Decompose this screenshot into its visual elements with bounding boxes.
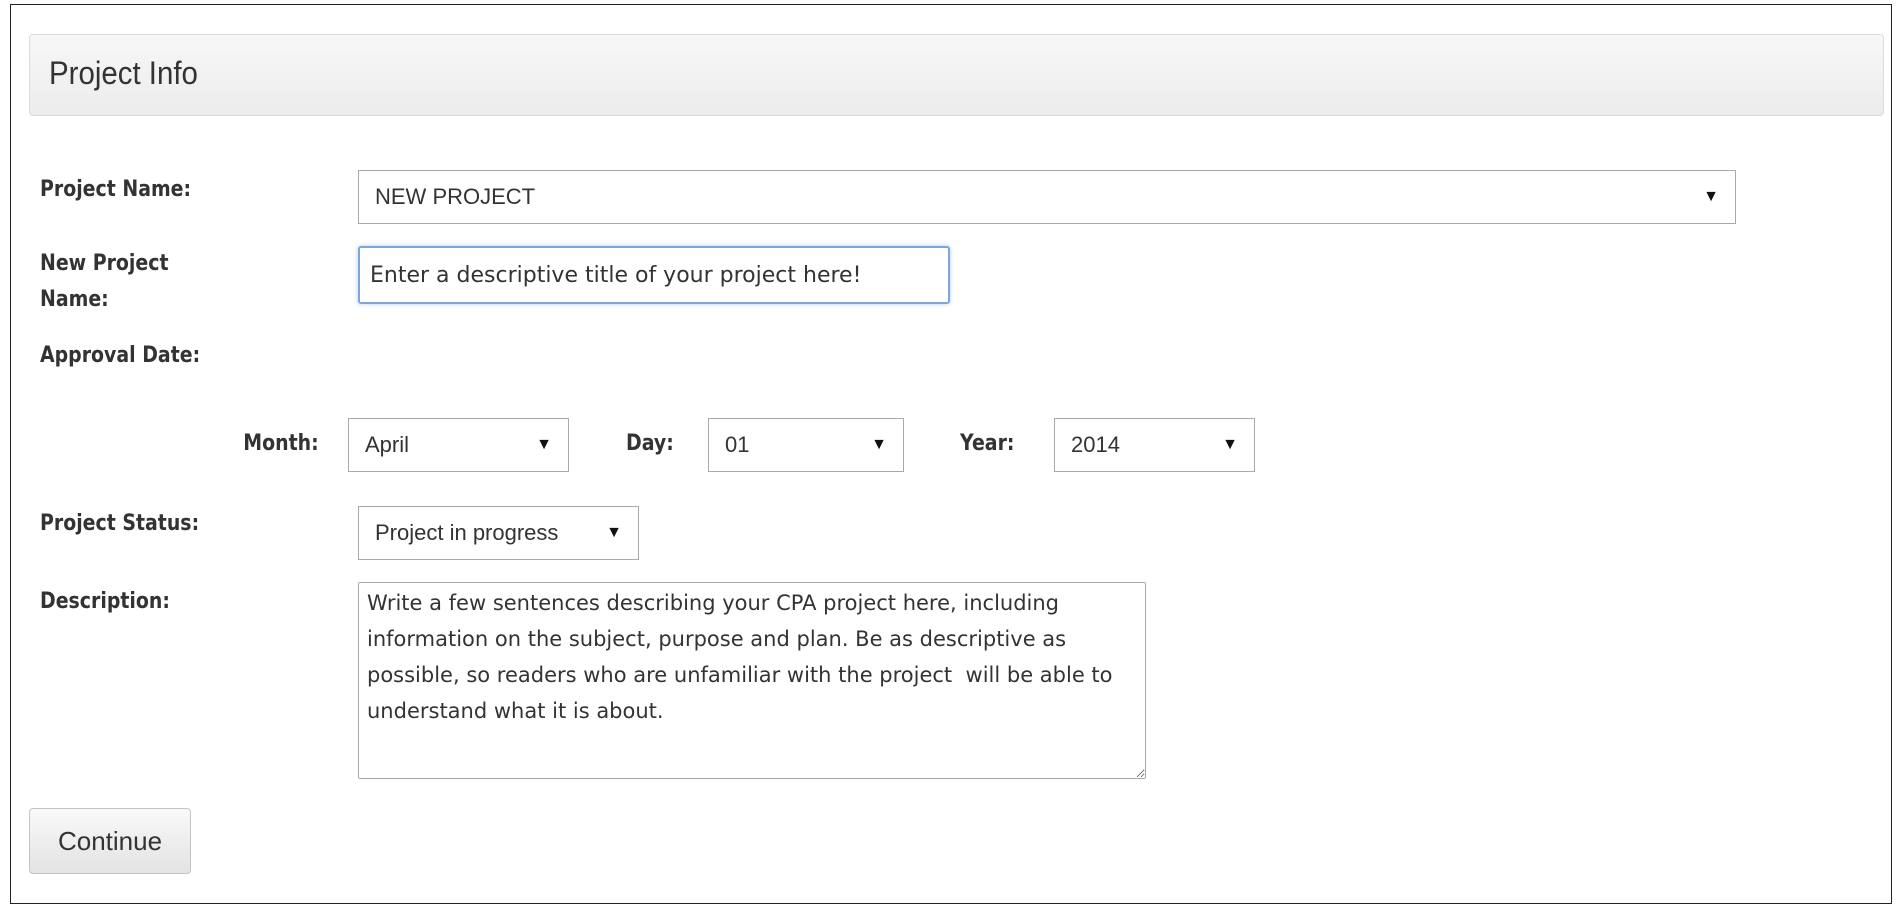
project-name-label: Project Name:: [40, 177, 192, 202]
new-project-name-input[interactable]: [358, 246, 950, 304]
description-textarea[interactable]: Write a few sentences describing your CP…: [358, 582, 1146, 779]
project-status-label: Project Status:: [40, 511, 200, 536]
year-select[interactable]: 2014 ▼: [1054, 418, 1255, 472]
project-name-select[interactable]: NEW PROJECT ▼: [358, 170, 1736, 224]
project-status-select[interactable]: Project in progress ▼: [358, 506, 639, 560]
description-label: Description:: [40, 589, 170, 614]
month-value: April: [365, 432, 410, 457]
chevron-down-icon: ▼: [1222, 436, 1238, 453]
new-project-name-label-line1: New Project: [40, 251, 169, 276]
month-label: Month:: [243, 431, 319, 456]
year-value: 2014: [1071, 432, 1120, 457]
month-select[interactable]: April ▼: [348, 418, 569, 472]
chevron-down-icon: ▼: [871, 436, 887, 453]
panel-heading: Project Info: [29, 34, 1884, 116]
new-project-name-label-line2: Name:: [40, 287, 109, 312]
day-label: Day:: [626, 431, 674, 456]
day-select[interactable]: 01 ▼: [708, 418, 904, 472]
chevron-down-icon: ▼: [1703, 188, 1719, 205]
day-value: 01: [725, 432, 750, 457]
project-name-value: NEW PROJECT: [375, 184, 536, 209]
chevron-down-icon: ▼: [606, 524, 622, 541]
project-status-value: Project in progress: [375, 520, 559, 545]
continue-button[interactable]: Continue: [29, 808, 191, 874]
approval-date-label: Approval Date:: [40, 343, 201, 368]
panel-title: Project Info: [49, 55, 198, 91]
year-label: Year:: [960, 431, 1015, 456]
chevron-down-icon: ▼: [536, 436, 552, 453]
